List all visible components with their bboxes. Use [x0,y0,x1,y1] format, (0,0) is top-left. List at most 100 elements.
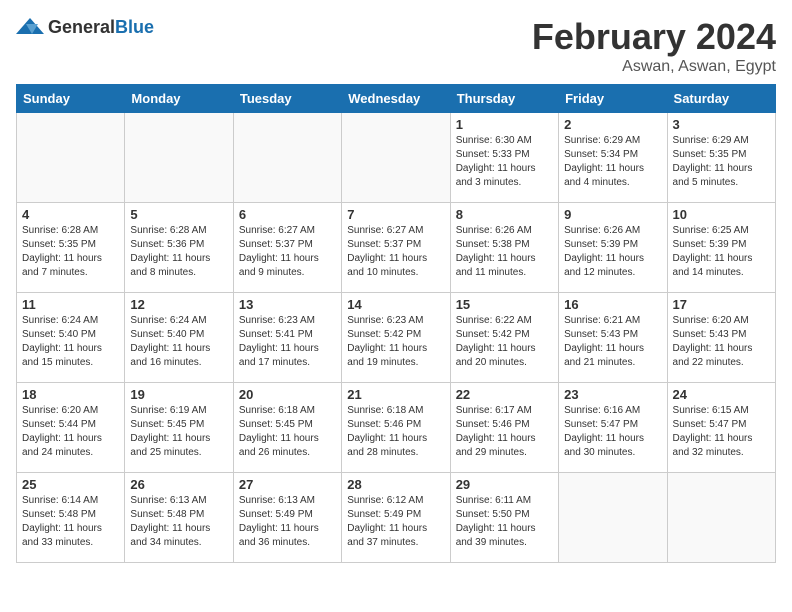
calendar-cell: 2 Sunrise: 6:29 AMSunset: 5:34 PMDaylight… [559,113,667,203]
calendar-cell: 25Sunrise: 6:14 AMSunset: 5:48 PMDayligh… [17,473,125,563]
day-info: Sunrise: 6:29 AMSunset: 5:34 PMDaylight:… [564,134,661,190]
calendar-week: 18 Sunrise: 6:20 AMSunset: 5:44 PMDayligh… [17,383,776,473]
calendar-cell: 24 Sunrise: 6:15 AMSunset: 5:47 PMDayligh… [667,383,775,473]
calendar-cell: 8Sunrise: 6:26 AMSunset: 5:38 PMDaylight… [450,203,558,293]
calendar-cell: 27 Sunrise: 6:13 AMSunset: 5:49 PMDayligh… [233,473,341,563]
day-info: Sunrise: 6:29 AMSunset: 5:35 PMDaylight:… [673,134,770,190]
day-number: 27 [239,477,336,492]
day-info: Sunrise: 6:20 AMSunset: 5:44 PMDaylight:… [22,404,119,460]
day-info: Sunrise: 6:23 AMSunset: 5:41 PMDaylight:… [239,314,336,370]
calendar-cell: 21 Sunrise: 6:18 AMSunset: 5:46 PMDayligh… [342,383,450,473]
day-info: Sunrise: 6:25 AMSunset: 5:39 PMDaylight:… [673,224,770,280]
day-number: 20 [239,387,336,402]
calendar-cell: 20 Sunrise: 6:18 AMSunset: 5:45 PMDayligh… [233,383,341,473]
day-header: Saturday [667,85,775,113]
day-header: Wednesday [342,85,450,113]
title-area: February 2024 Aswan, Aswan, Egypt [532,16,776,76]
day-number: 23 [564,387,661,402]
calendar-cell: 19Sunrise: 6:19 AMSunset: 5:45 PMDayligh… [125,383,233,473]
day-info: Sunrise: 6:18 AMSunset: 5:45 PMDaylight:… [239,404,336,460]
day-number: 1 [456,117,553,132]
day-number: 14 [347,297,444,312]
day-info: Sunrise: 6:15 AMSunset: 5:47 PMDaylight:… [673,404,770,460]
page-header: GeneralBlue February 2024 Aswan, Aswan, … [16,16,776,76]
day-number: 18 [22,387,119,402]
calendar-cell: 4 Sunrise: 6:28 AMSunset: 5:35 PMDaylight… [17,203,125,293]
logo: GeneralBlue [16,16,154,38]
day-info: Sunrise: 6:24 AMSunset: 5:40 PMDaylight:… [22,314,119,370]
day-header: Tuesday [233,85,341,113]
calendar-cell [667,473,775,563]
calendar-cell: 6Sunrise: 6:27 AMSunset: 5:37 PMDaylight… [233,203,341,293]
day-number: 16 [564,297,661,312]
day-info: Sunrise: 6:13 AMSunset: 5:49 PMDaylight:… [239,494,336,550]
day-header: Sunday [17,85,125,113]
day-number: 7 [347,207,444,222]
calendar-week: 25Sunrise: 6:14 AMSunset: 5:48 PMDayligh… [17,473,776,563]
day-info: Sunrise: 6:23 AMSunset: 5:42 PMDaylight:… [347,314,444,370]
calendar-week: 4 Sunrise: 6:28 AMSunset: 5:35 PMDaylight… [17,203,776,293]
calendar-cell: 7 Sunrise: 6:27 AMSunset: 5:37 PMDaylight… [342,203,450,293]
day-number: 21 [347,387,444,402]
calendar-cell: 15 Sunrise: 6:22 AMSunset: 5:42 PMDayligh… [450,293,558,383]
day-number: 4 [22,207,119,222]
day-number: 2 [564,117,661,132]
calendar-cell: 23 Sunrise: 6:16 AMSunset: 5:47 PMDayligh… [559,383,667,473]
day-info: Sunrise: 6:11 AMSunset: 5:50 PMDaylight:… [456,494,553,550]
day-info: Sunrise: 6:28 AMSunset: 5:36 PMDaylight:… [130,224,227,280]
day-number: 24 [673,387,770,402]
day-info: Sunrise: 6:17 AMSunset: 5:46 PMDaylight:… [456,404,553,460]
day-info: Sunrise: 6:26 AMSunset: 5:38 PMDaylight:… [456,224,553,280]
calendar-cell [342,113,450,203]
calendar-cell: 29Sunrise: 6:11 AMSunset: 5:50 PMDayligh… [450,473,558,563]
day-info: Sunrise: 6:18 AMSunset: 5:46 PMDaylight:… [347,404,444,460]
logo-icon [16,16,44,38]
calendar-week: 1 Sunrise: 6:30 AMSunset: 5:33 PMDaylight… [17,113,776,203]
day-info: Sunrise: 6:22 AMSunset: 5:42 PMDaylight:… [456,314,553,370]
calendar-cell: 1 Sunrise: 6:30 AMSunset: 5:33 PMDaylight… [450,113,558,203]
day-info: Sunrise: 6:26 AMSunset: 5:39 PMDaylight:… [564,224,661,280]
calendar-cell [17,113,125,203]
calendar-cell: 9 Sunrise: 6:26 AMSunset: 5:39 PMDaylight… [559,203,667,293]
day-header: Monday [125,85,233,113]
calendar-cell: 16 Sunrise: 6:21 AMSunset: 5:43 PMDayligh… [559,293,667,383]
header-row: SundayMondayTuesdayWednesdayThursdayFrid… [17,85,776,113]
day-number: 3 [673,117,770,132]
logo-blue: Blue [115,17,154,37]
day-number: 13 [239,297,336,312]
day-number: 9 [564,207,661,222]
day-info: Sunrise: 6:27 AMSunset: 5:37 PMDaylight:… [347,224,444,280]
calendar-cell: 26Sunrise: 6:13 AMSunset: 5:48 PMDayligh… [125,473,233,563]
day-number: 5 [130,207,227,222]
day-info: Sunrise: 6:16 AMSunset: 5:47 PMDaylight:… [564,404,661,460]
day-info: Sunrise: 6:20 AMSunset: 5:43 PMDaylight:… [673,314,770,370]
day-number: 28 [347,477,444,492]
calendar-cell: 13 Sunrise: 6:23 AMSunset: 5:41 PMDayligh… [233,293,341,383]
calendar-cell: 18 Sunrise: 6:20 AMSunset: 5:44 PMDayligh… [17,383,125,473]
calendar-cell: 28 Sunrise: 6:12 AMSunset: 5:49 PMDayligh… [342,473,450,563]
calendar-table: SundayMondayTuesdayWednesdayThursdayFrid… [16,84,776,563]
day-number: 12 [130,297,227,312]
day-number: 19 [130,387,227,402]
location: Aswan, Aswan, Egypt [532,58,776,76]
calendar-cell: 5 Sunrise: 6:28 AMSunset: 5:36 PMDaylight… [125,203,233,293]
calendar-cell: 12Sunrise: 6:24 AMSunset: 5:40 PMDayligh… [125,293,233,383]
calendar-cell [233,113,341,203]
day-info: Sunrise: 6:21 AMSunset: 5:43 PMDaylight:… [564,314,661,370]
day-info: Sunrise: 6:28 AMSunset: 5:35 PMDaylight:… [22,224,119,280]
logo-general: General [48,17,115,37]
day-number: 25 [22,477,119,492]
calendar-cell [559,473,667,563]
calendar-cell: 17 Sunrise: 6:20 AMSunset: 5:43 PMDayligh… [667,293,775,383]
day-info: Sunrise: 6:12 AMSunset: 5:49 PMDaylight:… [347,494,444,550]
calendar-week: 11Sunrise: 6:24 AMSunset: 5:40 PMDayligh… [17,293,776,383]
day-number: 15 [456,297,553,312]
day-number: 10 [673,207,770,222]
day-number: 6 [239,207,336,222]
day-info: Sunrise: 6:30 AMSunset: 5:33 PMDaylight:… [456,134,553,190]
calendar-cell [125,113,233,203]
day-number: 17 [673,297,770,312]
calendar-cell: 3 Sunrise: 6:29 AMSunset: 5:35 PMDaylight… [667,113,775,203]
day-header: Friday [559,85,667,113]
calendar-cell: 11Sunrise: 6:24 AMSunset: 5:40 PMDayligh… [17,293,125,383]
